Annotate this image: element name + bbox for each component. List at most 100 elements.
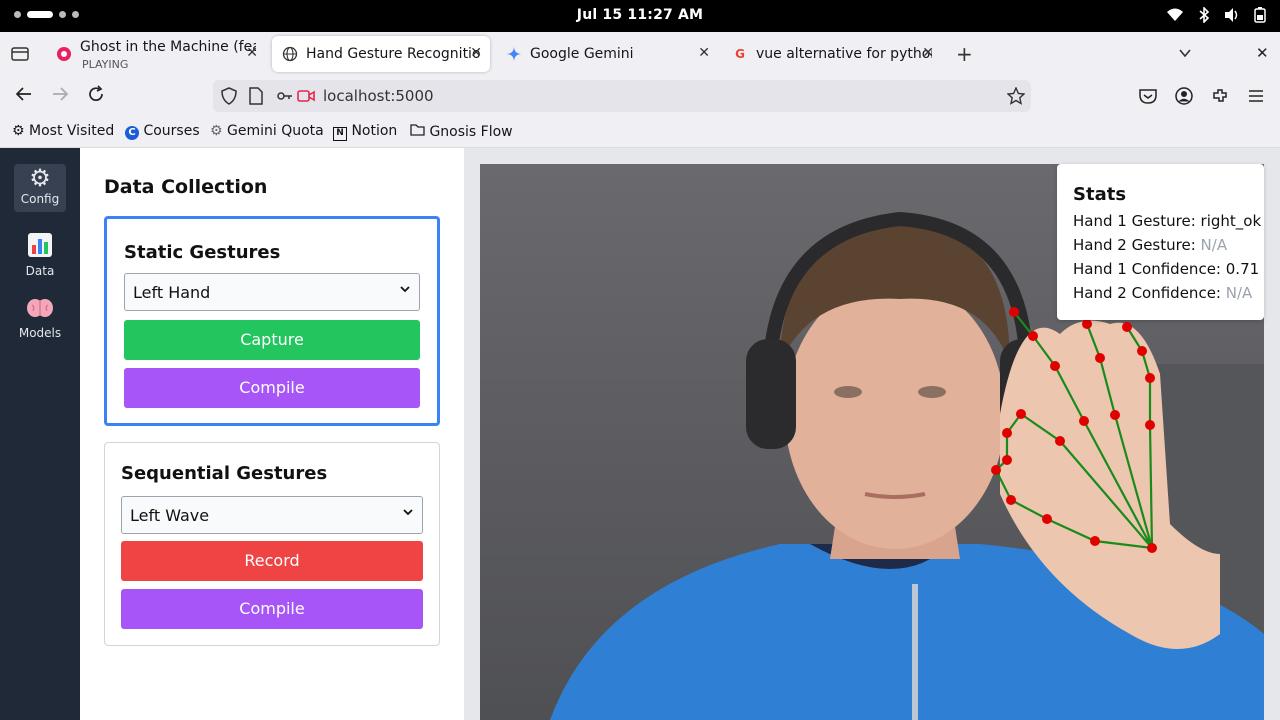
bookmark-label: Gemini Quota bbox=[227, 123, 324, 139]
tab-vue-alternative[interactable]: G vue alternative for python ✕ bbox=[722, 36, 942, 72]
sidebar-item-label: Models bbox=[18, 326, 62, 340]
bookmark-label: Courses bbox=[143, 123, 200, 139]
system-clock[interactable]: Jul 15 11:27 AM bbox=[0, 7, 1280, 23]
music-playing-icon bbox=[56, 46, 72, 62]
close-tab-icon[interactable]: ✕ bbox=[922, 45, 934, 61]
bluetooth-icon bbox=[1198, 6, 1210, 27]
capture-button[interactable]: Capture bbox=[124, 320, 420, 360]
forward-icon[interactable] bbox=[50, 84, 70, 109]
navigation-bar: localhost:5000 bbox=[0, 76, 1280, 116]
account-icon[interactable] bbox=[1175, 87, 1193, 109]
static-gestures-heading: Static Gestures bbox=[124, 242, 281, 263]
hand1-confidence-label: Hand 1 Confidence: bbox=[1073, 260, 1221, 278]
sequential-gesture-select[interactable]: Left Wave bbox=[121, 496, 423, 534]
hand2-confidence-value: N/A bbox=[1225, 284, 1253, 302]
wifi-icon bbox=[1166, 7, 1184, 27]
bookmark-label: Most Visited bbox=[29, 123, 115, 139]
tab-title: vue alternative for python bbox=[756, 46, 932, 62]
shield-icon[interactable] bbox=[221, 87, 237, 109]
bookmark-gnosis-flow[interactable]: Gnosis Flow bbox=[410, 123, 513, 140]
globe-icon bbox=[282, 46, 298, 62]
hand1-gesture-value: right_ok bbox=[1200, 212, 1262, 230]
sequential-gesture-selected-value: Left Wave bbox=[130, 506, 210, 525]
close-window-icon[interactable]: ✕ bbox=[1256, 44, 1269, 62]
stats-title: Stats bbox=[1073, 184, 1127, 205]
bookmark-courses[interactable]: C Courses bbox=[125, 123, 200, 140]
hand1-confidence-value: 0.71 bbox=[1225, 260, 1260, 278]
stats-overlay: Stats Hand 1 Gesture: right_ok Hand 2 Ge… bbox=[1057, 164, 1264, 320]
sequential-compile-button[interactable]: Compile bbox=[121, 589, 423, 629]
address-bar[interactable]: localhost:5000 bbox=[213, 80, 1031, 112]
app-sidebar: ⚙ Config Data Models bbox=[0, 148, 80, 720]
close-tab-icon[interactable]: ✕ bbox=[470, 45, 482, 61]
static-gesture-select[interactable]: Left Hand bbox=[124, 273, 420, 311]
close-tab-icon[interactable]: ✕ bbox=[698, 45, 710, 61]
bookmark-label: Notion bbox=[351, 123, 398, 139]
bookmarks-toolbar: ⚙ Most Visited C Courses ⚙ Gemini Quota … bbox=[0, 116, 1280, 148]
tab-google-gemini[interactable]: Google Gemini ✕ bbox=[496, 36, 718, 72]
static-gesture-selected-value: Left Hand bbox=[133, 283, 211, 302]
system-top-bar: Jul 15 11:27 AM bbox=[0, 0, 1280, 32]
hand1-gesture-row: Hand 1 Gesture: right_ok bbox=[1073, 212, 1261, 230]
bookmark-notion[interactable]: N Notion bbox=[333, 123, 397, 141]
camera-sharing-icon[interactable] bbox=[297, 88, 315, 108]
bookmark-gemini-quota[interactable]: ⚙ Gemini Quota bbox=[210, 123, 324, 139]
url-text[interactable]: localhost:5000 bbox=[323, 87, 434, 105]
pocket-icon[interactable] bbox=[1139, 88, 1157, 108]
hand1-confidence-row: Hand 1 Confidence: 0.71 bbox=[1073, 260, 1259, 278]
courses-logo-icon: C bbox=[125, 126, 139, 140]
panel-title: Data Collection bbox=[104, 176, 268, 198]
sidebar-item-models[interactable]: Models bbox=[14, 294, 66, 342]
static-compile-button[interactable]: Compile bbox=[124, 368, 420, 408]
notion-icon: N bbox=[333, 127, 347, 141]
sequential-gestures-heading: Sequential Gestures bbox=[121, 463, 328, 484]
menu-icon[interactable] bbox=[1248, 88, 1264, 107]
battery-icon bbox=[1254, 7, 1266, 27]
static-gestures-card: Static Gestures Left Hand Capture Compil… bbox=[104, 216, 440, 426]
tab-playing-label: PLAYING bbox=[82, 58, 129, 71]
page-info-icon[interactable] bbox=[249, 87, 263, 109]
system-tray[interactable] bbox=[1166, 6, 1266, 27]
back-icon[interactable] bbox=[14, 84, 34, 109]
volume-icon bbox=[1224, 7, 1240, 27]
bookmark-label: Gnosis Flow bbox=[429, 124, 513, 140]
gemini-icon bbox=[506, 46, 522, 62]
bookmark-most-visited[interactable]: ⚙ Most Visited bbox=[12, 123, 114, 139]
new-tab-icon[interactable]: + bbox=[956, 42, 973, 66]
record-button[interactable]: Record bbox=[121, 541, 423, 581]
sequential-gestures-card: Sequential Gestures Left Wave Record Com… bbox=[104, 442, 440, 646]
hand2-gesture-label: Hand 2 Gesture: bbox=[1073, 236, 1196, 254]
gear-icon: ⚙ bbox=[210, 123, 223, 139]
brain-icon bbox=[14, 294, 66, 326]
firefox-view-icon[interactable] bbox=[11, 45, 29, 67]
gear-icon: ⚙ bbox=[12, 123, 25, 139]
sidebar-item-label: Config bbox=[20, 192, 60, 206]
chevron-down-icon[interactable] bbox=[1178, 45, 1192, 64]
hand2-confidence-label: Hand 2 Confidence: bbox=[1073, 284, 1221, 302]
tab-title: Ghost in the Machine (feat bbox=[80, 39, 256, 55]
tab-title: Google Gemini bbox=[530, 46, 634, 62]
folder-icon bbox=[410, 124, 425, 140]
video-area: Stats Hand 1 Gesture: right_ok Hand 2 Ge… bbox=[464, 148, 1280, 720]
sidebar-item-data[interactable]: Data bbox=[14, 230, 66, 278]
tab-hand-gesture-recognition[interactable]: Hand Gesture Recognition ✕ bbox=[272, 36, 490, 72]
hand2-confidence-row: Hand 2 Confidence: N/A bbox=[1073, 284, 1252, 302]
tab-ghost-in-the-machine[interactable]: Ghost in the Machine (feat PLAYING ✕ bbox=[46, 36, 266, 72]
permissions-icon[interactable] bbox=[277, 88, 293, 108]
data-collection-panel: Data Collection Static Gestures Left Han… bbox=[80, 148, 464, 720]
sidebar-item-label: Data bbox=[25, 264, 55, 278]
bar-chart-icon bbox=[14, 230, 66, 264]
chevron-down-icon bbox=[402, 506, 414, 521]
hand2-gesture-value: N/A bbox=[1200, 236, 1228, 254]
google-icon: G bbox=[735, 47, 745, 61]
reload-icon[interactable] bbox=[86, 84, 106, 109]
gear-icon: ⚙ bbox=[29, 164, 51, 192]
close-tab-icon[interactable]: ✕ bbox=[246, 45, 258, 61]
tab-strip: Ghost in the Machine (feat PLAYING ✕ Han… bbox=[0, 32, 1280, 76]
extensions-icon[interactable] bbox=[1211, 87, 1229, 109]
bookmark-star-icon[interactable] bbox=[1006, 86, 1026, 109]
hand2-gesture-row: Hand 2 Gesture: N/A bbox=[1073, 236, 1227, 254]
hand1-gesture-label: Hand 1 Gesture: bbox=[1073, 212, 1196, 230]
chevron-down-icon bbox=[399, 283, 411, 298]
sidebar-item-config[interactable]: ⚙ Config bbox=[14, 164, 66, 212]
